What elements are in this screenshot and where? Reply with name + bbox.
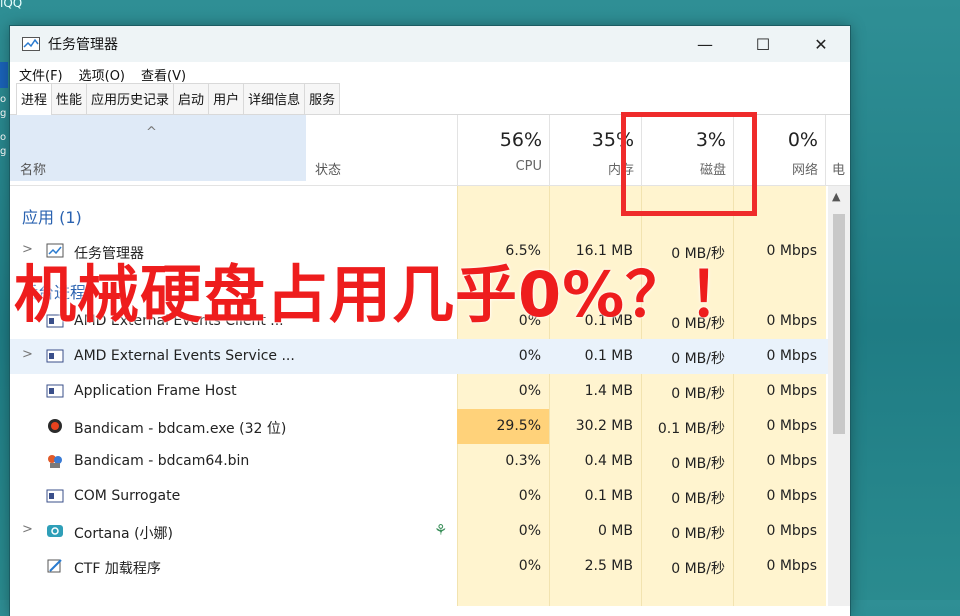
cpu-total: 56% [499, 129, 542, 151]
disk-value: 0 MB/秒 [671, 491, 725, 507]
table-row[interactable]: Bandicam - bdcam64.bin 0.3% 0.4 MB 0 MB/… [10, 444, 828, 479]
process-name: Bandicam - bdcam64.bin [74, 453, 250, 469]
power-column-header[interactable]: 电 [825, 115, 850, 185]
expand-chevron-icon[interactable]: > [22, 347, 33, 362]
process-name: AMD External Events Service ... [74, 348, 295, 364]
cortana-icon [46, 523, 64, 539]
tab-services[interactable]: 服务 [304, 83, 341, 114]
tab-processes[interactable]: 进程 [16, 83, 53, 115]
network-total: 0% [787, 129, 818, 151]
network-value: 0 Mbps [766, 348, 817, 364]
network-label: 网络 [791, 163, 818, 178]
disk-value: 0 MB/秒 [671, 456, 725, 472]
bandicam-record-icon [46, 418, 64, 434]
tab-bar: 进程 性能 应用历史记录 启动 用户 详细信息 服务 [10, 83, 850, 115]
memory-value: 0.1 MB [584, 488, 633, 504]
name-header-label: 名称 [20, 163, 47, 178]
cpu-label: CPU [515, 159, 542, 174]
process-name: Application Frame Host [74, 383, 237, 399]
disk-value: 0.1 MB/秒 [657, 421, 725, 437]
cpu-value: 0% [518, 558, 541, 574]
table-row[interactable]: Bandicam - bdcam.exe (32 位) 29.5% 30.2 M… [10, 409, 828, 444]
table-row[interactable]: Application Frame Host 0% 1.4 MB 0 MB/秒 … [10, 374, 828, 409]
table-row[interactable]: > Cortana (小娜) ⚘ 0% 0 MB 0 MB/秒 0 Mbps [10, 514, 828, 549]
status-header-label[interactable]: 状态 [315, 159, 341, 178]
desktop-icon-label: iQQ [0, 0, 23, 10]
cpu-value: 29.5% [496, 418, 541, 434]
group-label: 应用 (1) [22, 208, 82, 227]
disk-value: 0 MB/秒 [671, 386, 725, 402]
network-value: 0 Mbps [766, 453, 817, 469]
suspended-leaf-icon: ⚘ [434, 521, 448, 539]
ctf-loader-icon [46, 558, 64, 574]
network-value: 0 Mbps [766, 488, 817, 504]
cpu-value: 0% [518, 523, 541, 539]
tab-details[interactable]: 详细信息 [243, 83, 306, 114]
desktop-char: o [0, 94, 7, 105]
memory-value: 0.1 MB [584, 348, 633, 364]
desktop-char: o [0, 132, 7, 143]
menu-view[interactable]: 查看(V) [141, 65, 186, 84]
scrollbar-thumb[interactable] [833, 214, 845, 434]
disk-value: 0 MB/秒 [671, 526, 725, 542]
close-button[interactable]: ✕ [792, 26, 850, 62]
scroll-up-arrow-icon[interactable]: ▲ [832, 190, 840, 203]
expand-chevron-icon[interactable]: > [22, 522, 33, 537]
minimize-button[interactable]: — [676, 26, 734, 62]
memory-value: 2.5 MB [584, 558, 633, 574]
window-title: 任务管理器 [48, 37, 118, 53]
task-manager-icon [22, 37, 40, 51]
desktop-left-edge: o g o g [0, 62, 10, 182]
sort-up-icon: ^ [146, 125, 157, 140]
tab-performance[interactable]: 性能 [51, 83, 88, 114]
memory-value: 30.2 MB [575, 418, 633, 434]
network-value: 0 Mbps [766, 418, 817, 434]
cpu-column-header[interactable]: 56% CPU [457, 115, 550, 185]
cpu-value: 0% [518, 488, 541, 504]
cpu-value: 0% [518, 383, 541, 399]
power-label-fragment: 电 [832, 163, 846, 178]
memory-value: 0 MB [597, 523, 633, 539]
bandicam-app-icon [46, 453, 64, 469]
disk-value: 0 MB/秒 [671, 351, 725, 367]
desktop-char: g [0, 108, 7, 119]
process-name: Cortana (小娜) [74, 526, 173, 542]
window-frame-icon [46, 383, 64, 399]
overlay-caption: 机械硬盘占用几乎0%？！ [14, 258, 752, 331]
table-row[interactable]: > AMD External Events Service ... 0% 0.1… [10, 339, 828, 374]
process-name: CTF 加载程序 [74, 561, 161, 577]
tab-app-history[interactable]: 应用历史记录 [86, 83, 175, 114]
maximize-button[interactable]: ☐ [734, 26, 792, 62]
network-value: 0 Mbps [766, 523, 817, 539]
window-frame-icon [46, 488, 64, 504]
tab-users[interactable]: 用户 [208, 83, 245, 114]
desktop-icon-fragment[interactable] [0, 62, 8, 88]
tab-startup[interactable]: 启动 [173, 83, 210, 114]
process-name: Bandicam - bdcam.exe (32 位) [74, 421, 287, 437]
table-row[interactable]: CTF 加载程序 0% 2.5 MB 0 MB/秒 0 Mbps [10, 549, 828, 584]
disk-value: 0 MB/秒 [671, 561, 725, 577]
network-value: 0 Mbps [766, 383, 817, 399]
menu-file[interactable]: 文件(F) [19, 65, 63, 84]
vertical-scrollbar[interactable]: ▲ [828, 186, 850, 606]
cpu-value: 0.3% [505, 453, 541, 469]
memory-value: 1.4 MB [584, 383, 633, 399]
cpu-value: 0% [518, 348, 541, 364]
menu-options[interactable]: 选项(O) [79, 65, 125, 84]
memory-value: 0.4 MB [584, 453, 633, 469]
process-name: COM Surrogate [74, 488, 181, 504]
title-bar[interactable]: 任务管理器 — ☐ ✕ [10, 26, 850, 62]
disk-highlight-box [621, 112, 757, 216]
table-row[interactable]: COM Surrogate 0% 0.1 MB 0 MB/秒 0 Mbps [10, 479, 828, 514]
window-frame-icon [46, 348, 64, 364]
name-column-header[interactable] [10, 115, 306, 181]
desktop-char: g [0, 146, 7, 157]
network-value: 0 Mbps [766, 558, 817, 574]
